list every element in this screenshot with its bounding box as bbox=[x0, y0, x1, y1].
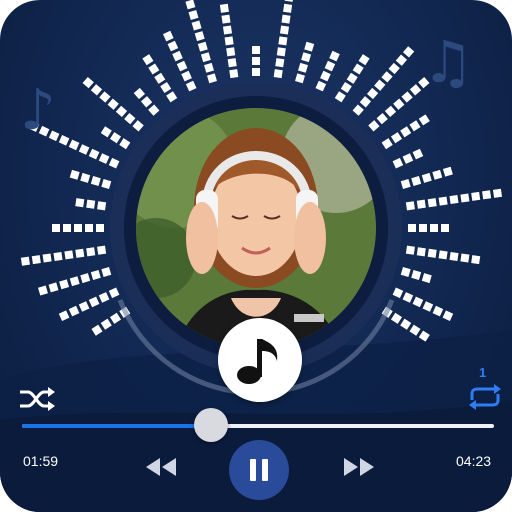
previous-button[interactable] bbox=[144, 457, 178, 482]
music-note-icon: ♪ bbox=[20, 78, 56, 143]
music-note-icon bbox=[237, 339, 278, 384]
repeat-icon bbox=[469, 384, 501, 410]
next-button[interactable] bbox=[342, 457, 376, 482]
total-duration: 04:23 bbox=[456, 453, 492, 469]
music-notes-icon: ♫ bbox=[422, 28, 474, 96]
shuffle-icon bbox=[20, 387, 55, 411]
fast-forward-icon bbox=[344, 458, 374, 476]
seek-bar[interactable] bbox=[22, 408, 494, 442]
music-note-badge bbox=[218, 318, 302, 402]
seek-bar-progress bbox=[22, 424, 211, 428]
pause-icon bbox=[250, 459, 256, 481]
repeat-button[interactable] bbox=[466, 382, 504, 417]
pause-button[interactable] bbox=[229, 440, 289, 500]
repeat-count: 1 bbox=[479, 365, 487, 380]
elapsed-time: 01:59 bbox=[23, 453, 59, 469]
shuffle-button[interactable] bbox=[18, 384, 56, 419]
seek-thumb[interactable] bbox=[193, 408, 228, 442]
music-player-app: ♪ ♫ 1 01:59 04:23 bbox=[0, 0, 512, 512]
album-art bbox=[136, 108, 376, 348]
rewind-icon bbox=[146, 458, 176, 476]
album-art-image bbox=[136, 108, 376, 348]
